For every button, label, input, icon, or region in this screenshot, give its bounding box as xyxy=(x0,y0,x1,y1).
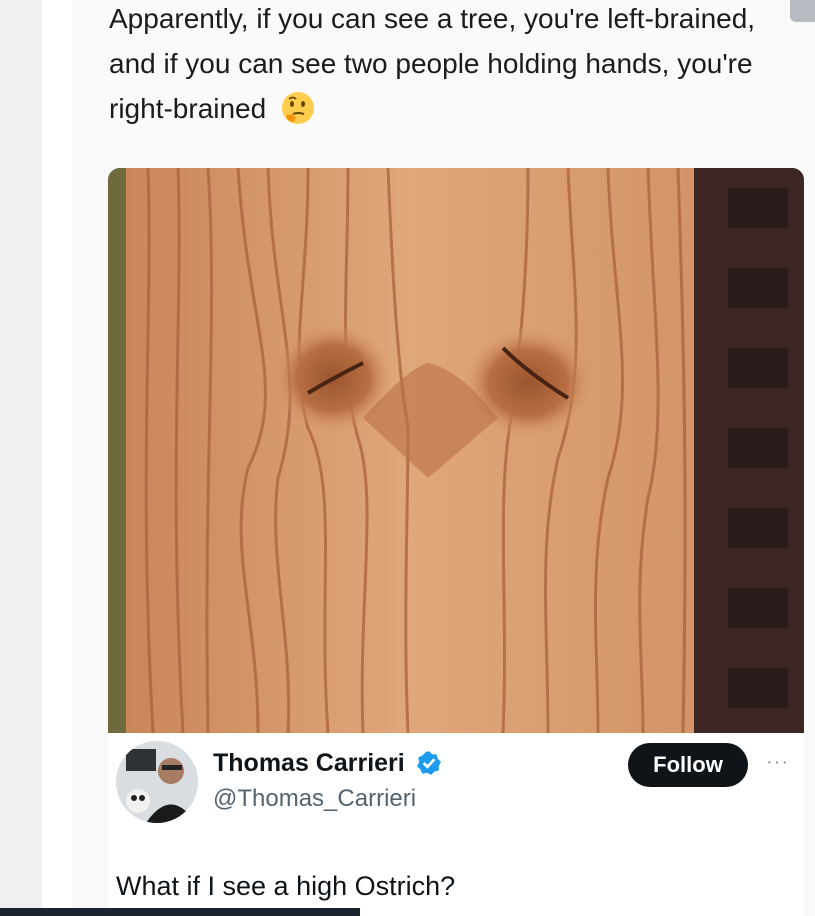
follow-button[interactable]: Follow xyxy=(628,743,748,787)
avatar-image xyxy=(116,741,198,823)
verified-badge-icon xyxy=(416,751,441,775)
avatar[interactable] xyxy=(116,741,198,823)
author-handle[interactable]: @Thomas_Carrieri xyxy=(213,785,416,813)
thinking-face-icon xyxy=(281,92,314,124)
page-left-margin xyxy=(0,0,42,916)
wood-plank-image xyxy=(108,168,804,733)
author-name-text: Thomas Carrieri xyxy=(213,749,405,777)
tweet-text: What if I see a high Ostrich? xyxy=(116,871,456,901)
more-options-icon[interactable]: ··· xyxy=(766,751,789,774)
bottom-bar xyxy=(0,908,360,916)
wood-knot-photo xyxy=(108,168,804,733)
tweet-card: Thomas Carrieri @Thomas_Carrieri Follow … xyxy=(108,733,804,916)
author-name[interactable]: Thomas Carrieri xyxy=(213,749,442,778)
post-text-content: Apparently, if you can see a tree, you'r… xyxy=(109,3,756,124)
post-text: Apparently, if you can see a tree, you'r… xyxy=(109,0,799,131)
